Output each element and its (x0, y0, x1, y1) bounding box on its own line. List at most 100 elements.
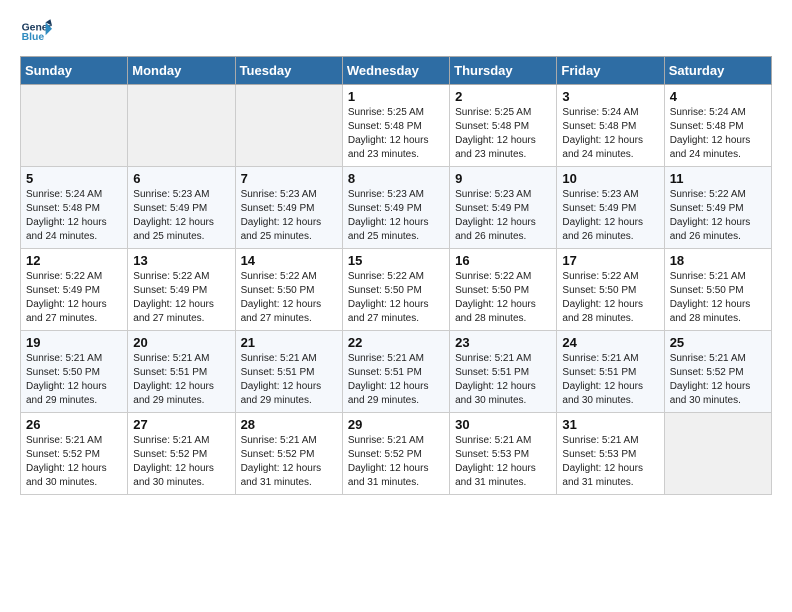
day-number: 27 (133, 417, 229, 432)
day-number: 20 (133, 335, 229, 350)
calendar-cell: 3 Sunrise: 5:24 AM Sunset: 5:48 PM Daylig… (557, 85, 664, 167)
calendar-cell (235, 85, 342, 167)
day-info: Sunrise: 5:21 AM Sunset: 5:52 PM Dayligh… (241, 434, 337, 490)
day-info: Sunrise: 5:25 AM Sunset: 5:48 PM Dayligh… (348, 106, 444, 162)
day-info: Sunrise: 5:21 AM Sunset: 5:51 PM Dayligh… (241, 352, 337, 408)
day-number: 26 (26, 417, 122, 432)
calendar-cell: 28 Sunrise: 5:21 AM Sunset: 5:52 PM Dayli… (235, 413, 342, 495)
week-row-2: 5Sunrise: 5:24 AM Sunset: 5:48 PM Daylig… (21, 167, 772, 249)
calendar-cell: 11 Sunrise: 5:22 AM Sunset: 5:49 PM Dayli… (664, 167, 771, 249)
day-info: Sunrise: 5:25 AM Sunset: 5:48 PM Dayligh… (455, 106, 551, 162)
day-info: Sunrise: 5:22 AM Sunset: 5:49 PM Dayligh… (26, 270, 122, 326)
day-info: Sunrise: 5:21 AM Sunset: 5:51 PM Dayligh… (455, 352, 551, 408)
calendar-cell: 16 Sunrise: 5:22 AM Sunset: 5:50 PM Dayli… (450, 249, 557, 331)
day-number: 21 (241, 335, 337, 350)
weekday-header-friday: Friday (557, 57, 664, 85)
day-number: 2 (455, 89, 551, 104)
week-row-4: 19 Sunrise: 5:21 AM Sunset: 5:50 PM Dayli… (21, 331, 772, 413)
calendar-cell: 1 Sunrise: 5:25 AM Sunset: 5:48 PM Daylig… (342, 85, 449, 167)
day-number: 15 (348, 253, 444, 268)
calendar-cell: 10 Sunrise: 5:23 AM Sunset: 5:49 PM Dayli… (557, 167, 664, 249)
calendar-cell: 30 Sunrise: 5:21 AM Sunset: 5:53 PM Dayli… (450, 413, 557, 495)
week-row-3: 12Sunrise: 5:22 AM Sunset: 5:49 PM Dayli… (21, 249, 772, 331)
weekday-header-sunday: Sunday (21, 57, 128, 85)
day-info: Sunrise: 5:23 AM Sunset: 5:49 PM Dayligh… (241, 188, 337, 244)
weekday-header-wednesday: Wednesday (342, 57, 449, 85)
calendar-cell: 7 Sunrise: 5:23 AM Sunset: 5:49 PM Daylig… (235, 167, 342, 249)
day-info: Sunrise: 5:21 AM Sunset: 5:50 PM Dayligh… (26, 352, 122, 408)
week-row-1: 1 Sunrise: 5:25 AM Sunset: 5:48 PM Daylig… (21, 85, 772, 167)
day-number: 10 (562, 171, 658, 186)
day-info: Sunrise: 5:21 AM Sunset: 5:51 PM Dayligh… (133, 352, 229, 408)
day-info: Sunrise: 5:21 AM Sunset: 5:50 PM Dayligh… (670, 270, 766, 326)
calendar-cell: 27 Sunrise: 5:21 AM Sunset: 5:52 PM Dayli… (128, 413, 235, 495)
calendar-cell: 26 Sunrise: 5:21 AM Sunset: 5:52 PM Dayli… (21, 413, 128, 495)
calendar-cell: 14 Sunrise: 5:22 AM Sunset: 5:50 PM Dayli… (235, 249, 342, 331)
logo: General Blue (20, 16, 52, 48)
day-number: 3 (562, 89, 658, 104)
calendar-cell: 9 Sunrise: 5:23 AM Sunset: 5:49 PM Daylig… (450, 167, 557, 249)
page-header: General Blue (20, 16, 772, 48)
day-info: Sunrise: 5:23 AM Sunset: 5:49 PM Dayligh… (348, 188, 444, 244)
day-info: Sunrise: 5:21 AM Sunset: 5:51 PM Dayligh… (348, 352, 444, 408)
day-info: Sunrise: 5:21 AM Sunset: 5:52 PM Dayligh… (670, 352, 766, 408)
day-number: 19 (26, 335, 122, 350)
calendar-cell: 20 Sunrise: 5:21 AM Sunset: 5:51 PM Dayli… (128, 331, 235, 413)
weekday-header-tuesday: Tuesday (235, 57, 342, 85)
day-number: 30 (455, 417, 551, 432)
day-number: 4 (670, 89, 766, 104)
day-info: Sunrise: 5:23 AM Sunset: 5:49 PM Dayligh… (455, 188, 551, 244)
day-number: 28 (241, 417, 337, 432)
day-number: 1 (348, 89, 444, 104)
day-info: Sunrise: 5:22 AM Sunset: 5:50 PM Dayligh… (348, 270, 444, 326)
calendar-cell: 31 Sunrise: 5:21 AM Sunset: 5:53 PM Dayli… (557, 413, 664, 495)
calendar-cell: 2 Sunrise: 5:25 AM Sunset: 5:48 PM Daylig… (450, 85, 557, 167)
day-number: 8 (348, 171, 444, 186)
day-number: 18 (670, 253, 766, 268)
day-info: Sunrise: 5:22 AM Sunset: 5:50 PM Dayligh… (455, 270, 551, 326)
calendar-cell (128, 85, 235, 167)
week-row-5: 26 Sunrise: 5:21 AM Sunset: 5:52 PM Dayli… (21, 413, 772, 495)
day-number: 31 (562, 417, 658, 432)
day-number: 14 (241, 253, 337, 268)
calendar-cell: 12Sunrise: 5:22 AM Sunset: 5:49 PM Dayli… (21, 249, 128, 331)
day-info: Sunrise: 5:22 AM Sunset: 5:49 PM Dayligh… (670, 188, 766, 244)
day-info: Sunrise: 5:21 AM Sunset: 5:52 PM Dayligh… (348, 434, 444, 490)
day-number: 17 (562, 253, 658, 268)
day-number: 22 (348, 335, 444, 350)
calendar-table: SundayMondayTuesdayWednesdayThursdayFrid… (20, 56, 772, 495)
day-info: Sunrise: 5:22 AM Sunset: 5:50 PM Dayligh… (562, 270, 658, 326)
calendar-cell: 25 Sunrise: 5:21 AM Sunset: 5:52 PM Dayli… (664, 331, 771, 413)
day-number: 7 (241, 171, 337, 186)
logo-icon: General Blue (20, 16, 52, 48)
calendar-cell: 19 Sunrise: 5:21 AM Sunset: 5:50 PM Dayli… (21, 331, 128, 413)
day-info: Sunrise: 5:21 AM Sunset: 5:51 PM Dayligh… (562, 352, 658, 408)
day-info: Sunrise: 5:21 AM Sunset: 5:53 PM Dayligh… (455, 434, 551, 490)
day-info: Sunrise: 5:24 AM Sunset: 5:48 PM Dayligh… (670, 106, 766, 162)
weekday-header-thursday: Thursday (450, 57, 557, 85)
day-info: Sunrise: 5:22 AM Sunset: 5:50 PM Dayligh… (241, 270, 337, 326)
day-info: Sunrise: 5:24 AM Sunset: 5:48 PM Dayligh… (562, 106, 658, 162)
calendar-cell (664, 413, 771, 495)
day-info: Sunrise: 5:23 AM Sunset: 5:49 PM Dayligh… (133, 188, 229, 244)
day-info: Sunrise: 5:21 AM Sunset: 5:52 PM Dayligh… (133, 434, 229, 490)
calendar-cell: 5Sunrise: 5:24 AM Sunset: 5:48 PM Daylig… (21, 167, 128, 249)
day-number: 25 (670, 335, 766, 350)
day-number: 16 (455, 253, 551, 268)
calendar-cell: 18 Sunrise: 5:21 AM Sunset: 5:50 PM Dayli… (664, 249, 771, 331)
day-number: 9 (455, 171, 551, 186)
day-number: 24 (562, 335, 658, 350)
day-number: 13 (133, 253, 229, 268)
calendar-cell: 6 Sunrise: 5:23 AM Sunset: 5:49 PM Daylig… (128, 167, 235, 249)
calendar-cell: 4 Sunrise: 5:24 AM Sunset: 5:48 PM Daylig… (664, 85, 771, 167)
day-number: 11 (670, 171, 766, 186)
day-number: 23 (455, 335, 551, 350)
day-info: Sunrise: 5:21 AM Sunset: 5:53 PM Dayligh… (562, 434, 658, 490)
weekday-header-saturday: Saturday (664, 57, 771, 85)
day-info: Sunrise: 5:23 AM Sunset: 5:49 PM Dayligh… (562, 188, 658, 244)
calendar-cell: 8 Sunrise: 5:23 AM Sunset: 5:49 PM Daylig… (342, 167, 449, 249)
calendar-cell: 21 Sunrise: 5:21 AM Sunset: 5:51 PM Dayli… (235, 331, 342, 413)
day-number: 5 (26, 171, 122, 186)
day-number: 6 (133, 171, 229, 186)
day-info: Sunrise: 5:21 AM Sunset: 5:52 PM Dayligh… (26, 434, 122, 490)
